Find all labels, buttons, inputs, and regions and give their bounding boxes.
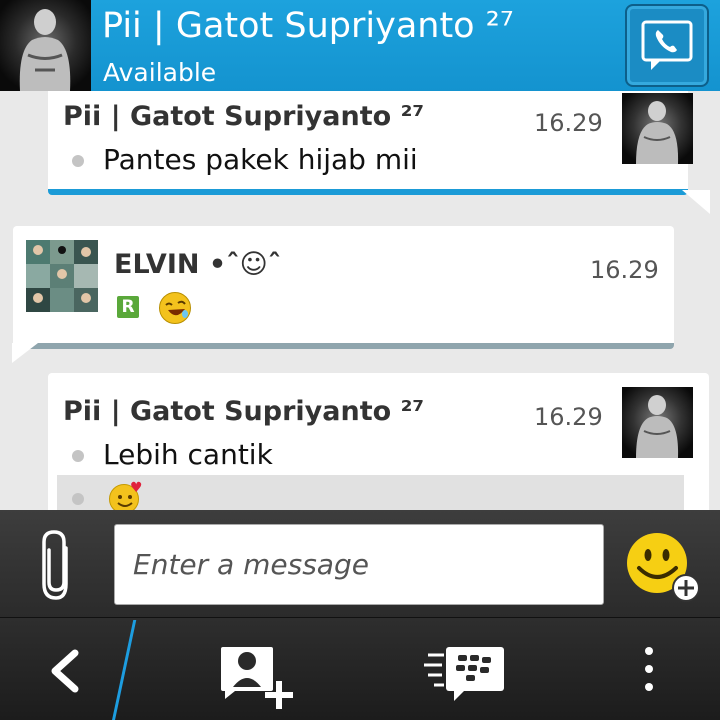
invite-button[interactable] [205, 617, 315, 720]
paperclip-icon [42, 530, 68, 600]
contact-name[interactable]: Pii | Gatot Supriyanto ²⁷ [102, 6, 514, 46]
read-indicator [72, 155, 84, 167]
bbm-icon [424, 647, 504, 701]
contact-avatar[interactable] [0, 0, 91, 91]
bubble-tail [12, 343, 38, 363]
add-contact-icon [221, 647, 293, 709]
heart-icon: ♥ [130, 480, 143, 496]
attach-button[interactable] [36, 528, 78, 606]
read-indicator [72, 450, 84, 462]
sender-avatar[interactable] [622, 93, 693, 164]
emoticon-add-icon [627, 533, 700, 602]
message-input[interactable] [114, 524, 604, 605]
chat-header: Pii | Gatot Supriyanto ²⁷ Available [0, 0, 720, 91]
overflow-menu-button[interactable] [620, 617, 680, 720]
call-button[interactable] [625, 4, 709, 87]
more-icon [645, 647, 653, 691]
emoticon-button[interactable] [626, 530, 702, 606]
message-sender: Pii | Gatot Supriyanto ²⁷ [63, 101, 425, 132]
message-sender: ELVIN •ˆ☺ˆ [114, 249, 282, 280]
message-time: 16.29 [534, 403, 603, 431]
message-text: Lebih cantik [103, 438, 273, 471]
bbm-button[interactable] [410, 617, 520, 720]
message-bubble[interactable] [13, 226, 674, 349]
sender-avatar[interactable] [622, 387, 693, 458]
sender-avatar[interactable] [26, 240, 98, 312]
message-text: Pantes pakek hijab mii [103, 143, 418, 176]
message-time: 16.29 [590, 256, 659, 284]
message-time: 16.29 [534, 109, 603, 137]
read-indicator [72, 493, 84, 505]
bubble-tail [682, 190, 710, 214]
message-sender: Pii | Gatot Supriyanto ²⁷ [63, 396, 425, 427]
phone-icon [641, 20, 693, 70]
reply-badge: R [117, 296, 139, 318]
laughing-emoticon-icon [159, 292, 191, 324]
contact-status: Available [103, 58, 217, 87]
